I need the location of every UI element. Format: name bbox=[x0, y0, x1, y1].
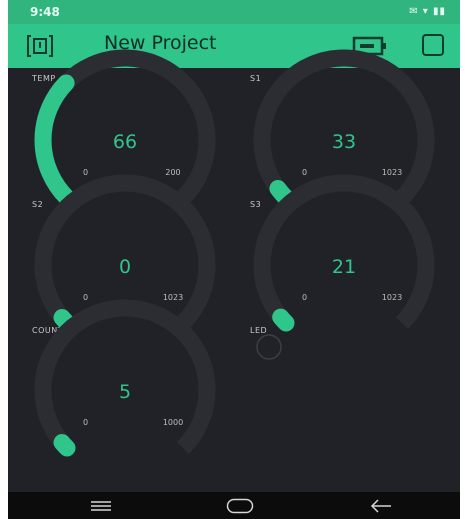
gauge-min-label: 0 bbox=[83, 418, 88, 427]
gauges-canvas: 66 0 200 33 0 1023 0 0 1023 21 0 1023 5 0 1000 bbox=[34, 49, 435, 457]
gauge-max-label: 1000 bbox=[163, 418, 183, 427]
gauge-value: 33 bbox=[332, 131, 356, 153]
gauge-fill bbox=[272, 308, 295, 332]
nav-bar bbox=[8, 492, 460, 519]
gauge-max-label: 1023 bbox=[163, 293, 183, 302]
gauge-s3[interactable]: 21 0 1023 bbox=[253, 174, 435, 332]
led-indicator[interactable] bbox=[256, 334, 282, 360]
gauge-fill bbox=[53, 434, 76, 457]
gauge-value: 0 bbox=[119, 256, 131, 278]
gauge-value: 21 bbox=[332, 256, 356, 278]
gauge-min-label: 0 bbox=[302, 293, 307, 302]
gauge-min-label: 0 bbox=[83, 168, 88, 177]
gauge-value: 66 bbox=[113, 131, 137, 153]
home-icon[interactable] bbox=[226, 498, 254, 514]
gauge-value: 5 bbox=[119, 381, 131, 403]
gauge-min-label: 0 bbox=[302, 168, 307, 177]
gauge-max-label: 1023 bbox=[382, 293, 402, 302]
gauge-fill bbox=[34, 74, 76, 207]
gauge-max-label: 200 bbox=[165, 168, 180, 177]
gauge-count[interactable]: 5 0 1000 bbox=[34, 299, 216, 457]
menu-icon[interactable] bbox=[90, 500, 112, 512]
back-arrow-icon[interactable] bbox=[370, 498, 392, 514]
gauge-max-label: 1023 bbox=[382, 168, 402, 177]
phone-screen: 9:48 ✉ ▾ ▮▮ New Project TEMP S1 S2 S3 CO… bbox=[8, 0, 460, 519]
gauge-min-label: 0 bbox=[83, 293, 88, 302]
